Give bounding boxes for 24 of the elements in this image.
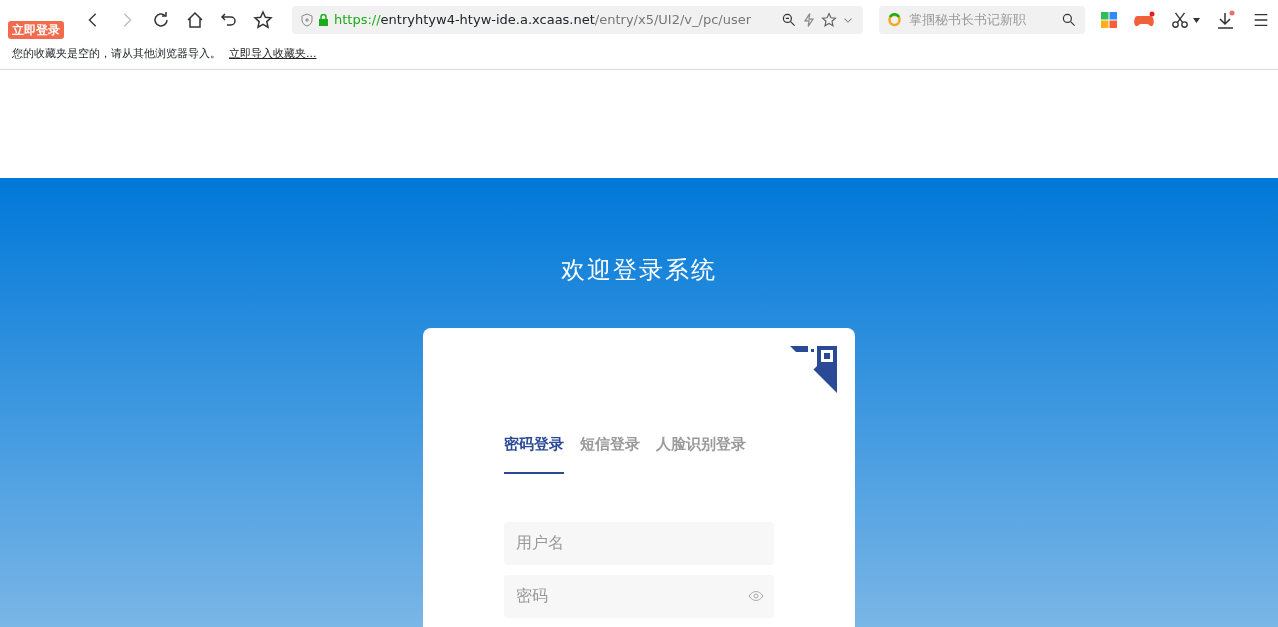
menu-icon[interactable] (1252, 11, 1270, 29)
home-icon[interactable] (185, 10, 205, 30)
search-engine-icon (887, 12, 903, 28)
password-field[interactable]: 密码 (504, 574, 774, 618)
gamepad-icon[interactable] (1133, 11, 1155, 29)
caret-icon[interactable] (1193, 17, 1200, 23)
search-box[interactable]: 掌掴秘书长书记新职 (879, 6, 1085, 34)
zoom-icon[interactable] (781, 12, 797, 28)
password-input[interactable]: 密码 (514, 583, 748, 609)
star-icon[interactable] (253, 10, 273, 30)
download-icon[interactable] (1216, 10, 1236, 30)
lock-icon (318, 14, 330, 26)
username-field[interactable]: 用户名 (504, 521, 774, 565)
search-field[interactable]: 掌掴秘书长书记新职 (907, 9, 1057, 31)
shield-icon (300, 13, 314, 27)
search-icon[interactable] (1061, 12, 1077, 28)
bookmarks-empty-message: 您的收藏夹是空的，请从其他浏览器导入。 (12, 46, 221, 63)
page-title: 欢迎登录系统 (561, 255, 717, 286)
username-input[interactable]: 用户名 (514, 530, 764, 556)
scissors-icon[interactable] (1171, 11, 1189, 29)
login-tab[interactable]: 密码登录 (504, 433, 564, 474)
star-icon[interactable] (821, 12, 837, 28)
reload-icon[interactable] (151, 10, 171, 30)
import-bookmarks-link[interactable]: 立即导入收藏夹... (229, 46, 317, 63)
